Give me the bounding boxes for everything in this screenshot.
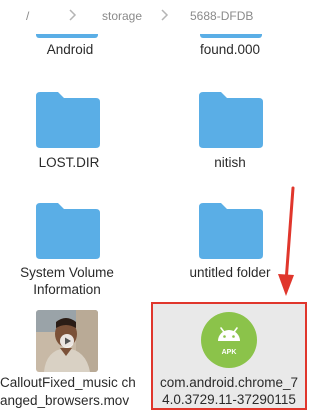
folder-icon <box>36 34 98 38</box>
breadcrumb: / storage 5688-DFDB <box>0 0 322 34</box>
apk-file-item[interactable]: APK com.android.chrome_7 4.0.3729.11-372… <box>151 302 307 410</box>
breadcrumb-storage[interactable]: storage <box>102 9 142 23</box>
folder-icon[interactable] <box>36 203 100 259</box>
folder-icon[interactable] <box>36 92 100 148</box>
chevron-right-icon <box>160 8 170 22</box>
file-name-found[interactable]: found.000 <box>160 41 300 58</box>
video-thumbnail[interactable] <box>36 310 98 372</box>
breadcrumb-root[interactable]: / <box>26 9 29 23</box>
folder-icon <box>200 34 262 38</box>
folder-icon[interactable] <box>199 203 263 259</box>
breadcrumb-volume[interactable]: 5688-DFDB <box>190 9 253 23</box>
folder-icon[interactable] <box>199 92 263 148</box>
file-name-system-volume-information[interactable]: System Volume Information <box>0 264 137 298</box>
file-name-apk-line1: com.android.chrome_7 <box>159 375 299 390</box>
file-name-android[interactable]: Android <box>0 41 140 58</box>
file-name-video-line1[interactable]: CalloutFixed_music ch <box>0 374 151 392</box>
chevron-right-icon <box>68 8 78 22</box>
annotation-arrow-icon <box>275 186 299 298</box>
android-apk-icon <box>201 312 257 368</box>
file-name-video-line2[interactable]: anged_browsers.mov <box>0 392 151 410</box>
file-name-apk-line2: 4.0.3729.11-37290115 <box>162 392 296 407</box>
file-name-nitish[interactable]: nitish <box>160 154 300 171</box>
apk-badge: APK <box>221 349 237 356</box>
file-name-lost-dir[interactable]: LOST.DIR <box>0 154 139 171</box>
